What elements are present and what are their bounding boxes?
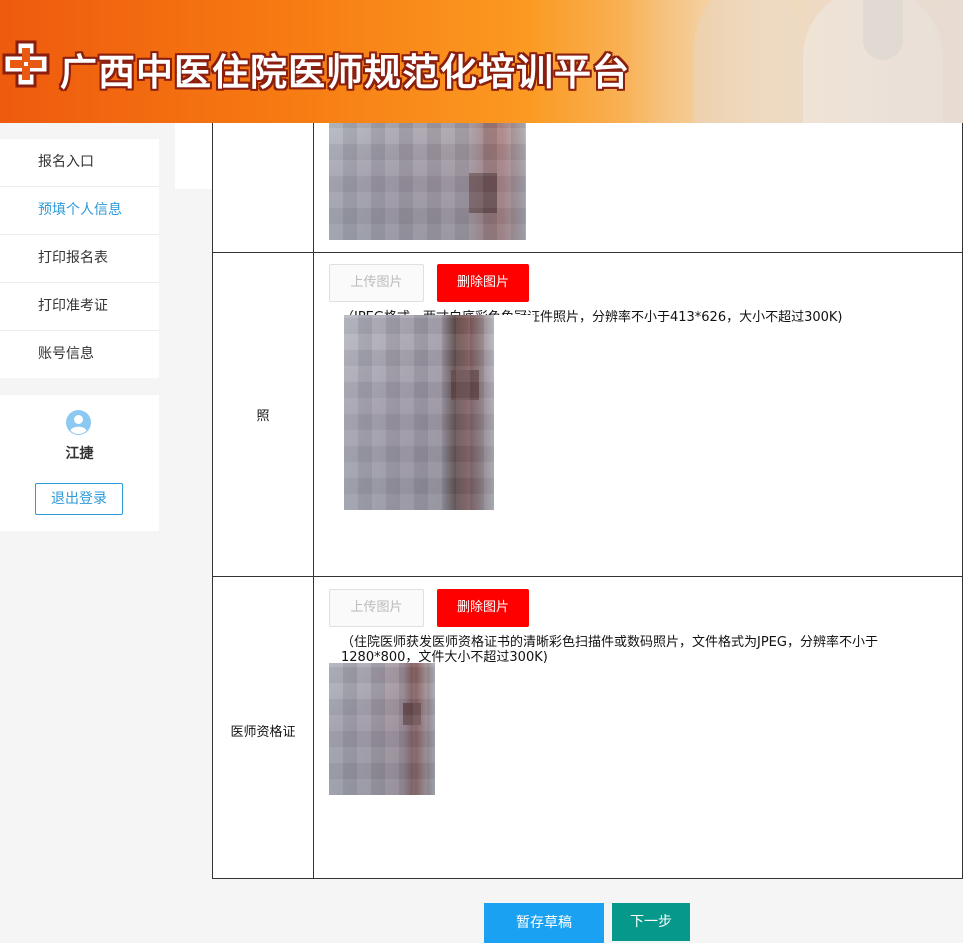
upload-license-button[interactable]: 上传图片 — [329, 589, 424, 627]
upload-photo-button[interactable]: 上传图片 — [329, 264, 424, 302]
row-label-photo: 照 — [256, 409, 270, 424]
sidebar-item-prefill-info[interactable]: 预填个人信息 — [0, 187, 159, 235]
save-draft-button[interactable]: 暂存草稿 — [484, 903, 604, 943]
sidebar-menu: 报名入口 预填个人信息 打印报名表 打印准考证 账号信息 — [0, 139, 159, 378]
delete-license-button[interactable]: 删除图片 — [437, 589, 529, 627]
sidebar-item-print-ticket[interactable]: 打印准考证 — [0, 283, 159, 331]
photo-preview-frame — [646, 123, 962, 189]
sidebar-item-account[interactable]: 账号信息 — [0, 331, 159, 378]
uploaded-photo-preview — [329, 123, 526, 240]
upload-form-table: 照 上传图片 删除图片 （JPEG格式，两寸白底彩色免冠证件照片，分辨率不小于4… — [212, 123, 963, 879]
site-header: 广西中医住院医师规范化培训平台 — [0, 0, 963, 123]
photo-preview-frame — [526, 123, 646, 240]
photo-preview-frame — [494, 315, 534, 510]
row-divider — [213, 252, 962, 253]
license-hint-line1: （住院医师获发医师资格证书的清晰彩色扫描件或数码照片，文件格式为JPEG，分辨率… — [341, 635, 878, 650]
row-divider — [213, 576, 962, 577]
user-avatar-icon — [66, 410, 91, 435]
logout-button[interactable]: 退出登录 — [35, 483, 123, 515]
user-name: 江捷 — [65, 446, 94, 462]
cross-logo-icon — [2, 40, 50, 88]
scrolled-row-edge — [175, 123, 212, 189]
row-label-license: 医师资格证 — [230, 725, 296, 740]
next-step-button[interactable]: 下一步 — [612, 903, 690, 941]
uploaded-license-preview — [329, 663, 435, 795]
header-photo-shade — [623, 0, 963, 123]
sidebar-item-print-form[interactable]: 打印报名表 — [0, 235, 159, 283]
uploaded-photo-preview — [344, 315, 494, 510]
delete-photo-button[interactable]: 删除图片 — [437, 264, 529, 302]
column-divider — [313, 123, 314, 878]
sidebar-item-registration[interactable]: 报名入口 — [0, 139, 159, 187]
user-card: 江捷 退出登录 — [0, 395, 159, 531]
site-title: 广西中医住院医师规范化培训平台 — [60, 51, 630, 94]
photo-preview-frame — [341, 510, 534, 565]
